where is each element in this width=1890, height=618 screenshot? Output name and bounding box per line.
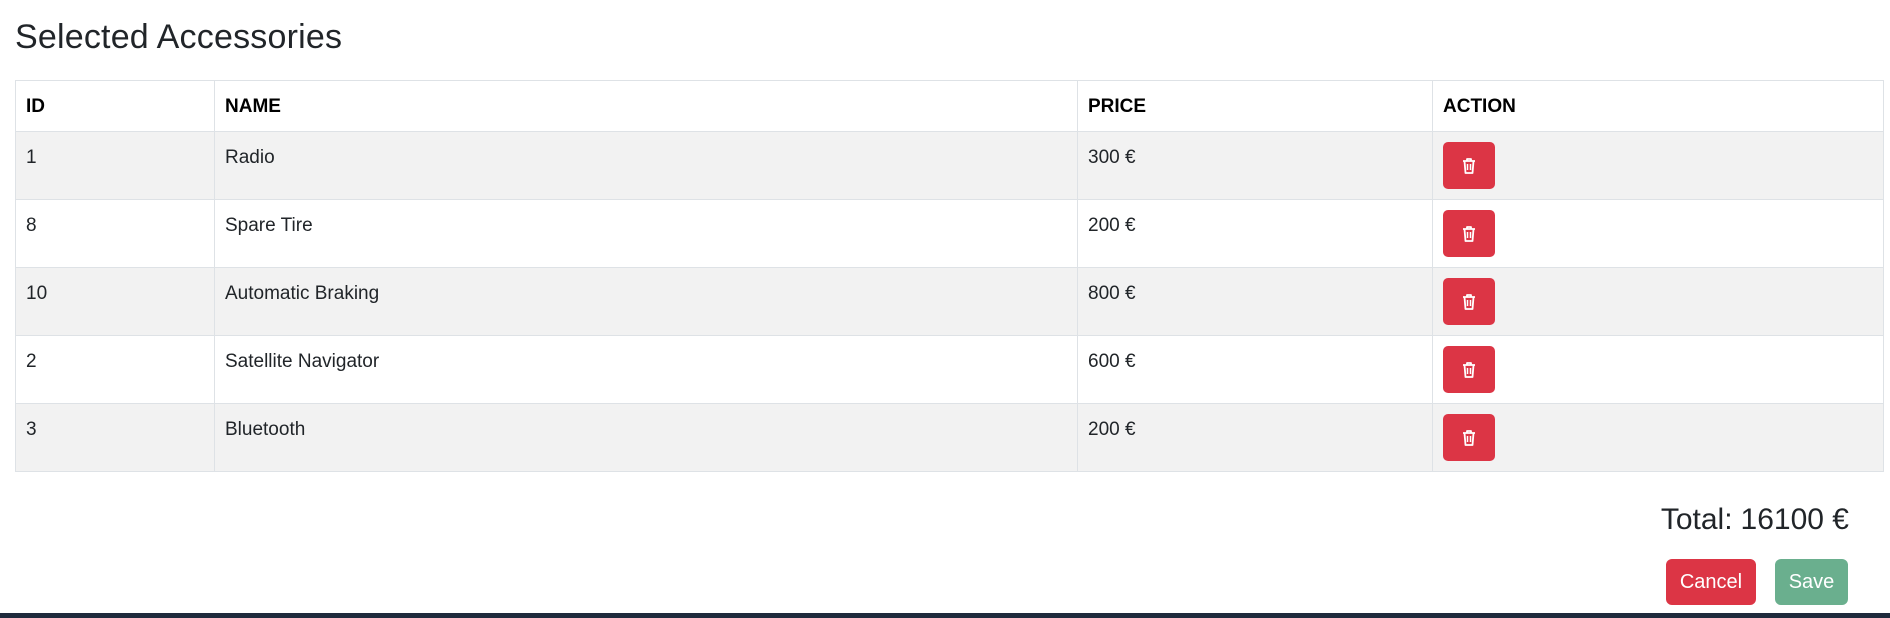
table-body: 1 Radio 300 € 8 Spare Tire 200 € 10 Auto… xyxy=(15,131,1884,472)
cell-action xyxy=(1432,199,1884,268)
cell-id: 3 xyxy=(15,403,215,472)
total-amount: Total: 16100 € xyxy=(1661,503,1849,537)
trash-icon xyxy=(1463,157,1475,174)
cell-action xyxy=(1432,267,1884,336)
cell-name: Spare Tire xyxy=(214,199,1078,268)
cancel-button[interactable]: Cancel xyxy=(1666,559,1756,605)
cell-price: 800 € xyxy=(1077,267,1433,336)
delete-button[interactable] xyxy=(1443,210,1495,257)
cell-name: Automatic Braking xyxy=(214,267,1078,336)
cell-price: 300 € xyxy=(1077,131,1433,200)
table-row: 3 Bluetooth 200 € xyxy=(15,403,1884,472)
delete-button[interactable] xyxy=(1443,414,1495,461)
table-row: 2 Satellite Navigator 600 € xyxy=(15,335,1884,404)
column-header-id: ID xyxy=(15,80,215,132)
table-row: 8 Spare Tire 200 € xyxy=(15,199,1884,268)
total-label: Total: xyxy=(1660,503,1733,536)
header-row: ID NAME PRICE ACTION xyxy=(15,80,1884,132)
accessories-table: ID NAME PRICE ACTION 1 Radio 300 € 8 Spa… xyxy=(15,80,1884,472)
delete-button[interactable] xyxy=(1443,142,1495,189)
cell-price: 200 € xyxy=(1077,199,1433,268)
trash-icon xyxy=(1463,293,1475,310)
column-header-action: ACTION xyxy=(1432,80,1884,132)
page-title: Selected Accessories xyxy=(15,18,343,56)
cell-price: 200 € xyxy=(1077,403,1433,472)
trash-icon xyxy=(1463,225,1475,242)
column-header-price: PRICE xyxy=(1077,80,1433,132)
cell-id: 10 xyxy=(15,267,215,336)
cell-id: 2 xyxy=(15,335,215,404)
cell-name: Satellite Navigator xyxy=(214,335,1078,404)
save-button[interactable]: Save xyxy=(1775,559,1848,605)
cell-action xyxy=(1432,335,1884,404)
page: Selected Accessories ID NAME PRICE ACTIO… xyxy=(0,0,1890,618)
table-header: ID NAME PRICE ACTION xyxy=(15,80,1884,132)
delete-button[interactable] xyxy=(1443,346,1495,393)
column-header-name: NAME xyxy=(214,80,1078,132)
total-value: 16100 € xyxy=(1740,503,1849,536)
cell-action xyxy=(1432,131,1884,200)
cell-price: 600 € xyxy=(1077,335,1433,404)
delete-button[interactable] xyxy=(1443,278,1495,325)
cell-action xyxy=(1432,403,1884,472)
table-row: 1 Radio 300 € xyxy=(15,131,1884,200)
footer-bar xyxy=(0,613,1890,618)
cell-name: Radio xyxy=(214,131,1078,200)
cell-id: 8 xyxy=(15,199,215,268)
trash-icon xyxy=(1463,429,1475,446)
cell-name: Bluetooth xyxy=(214,403,1078,472)
cell-id: 1 xyxy=(15,131,215,200)
table-row: 10 Automatic Braking 800 € xyxy=(15,267,1884,336)
trash-icon xyxy=(1463,361,1475,378)
